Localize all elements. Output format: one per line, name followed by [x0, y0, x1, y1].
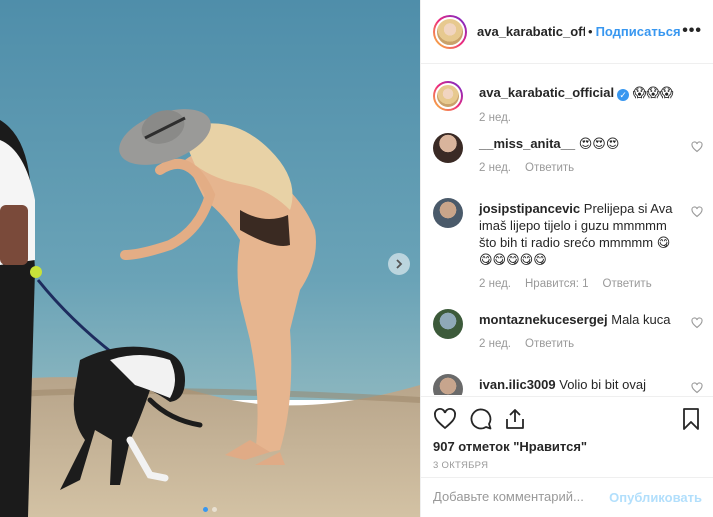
- comment-time[interactable]: 2 нед.: [479, 160, 511, 177]
- post-actions: 907 отметок "Нравится" 3 ОКТЯБРЯ Опублик…: [421, 396, 713, 517]
- comment-item: ivan.ilic3009 Volio bi bit ovaj: [433, 374, 703, 395]
- instagram-post: ava_karabatic_offici • Подписаться ••• a…: [0, 0, 713, 517]
- comment-username[interactable]: montaznekucesergej: [479, 312, 608, 327]
- caption-time[interactable]: 2 нед.: [479, 110, 511, 127]
- caption-body: ava_karabatic_official ✓ 😱😱😱 2 нед.: [479, 84, 679, 127]
- commenter-avatar[interactable]: [433, 133, 463, 163]
- comment-like-heart-icon[interactable]: [691, 317, 703, 329]
- comment-time[interactable]: 2 нед.: [479, 276, 511, 293]
- reply-button[interactable]: Ответить: [603, 276, 652, 293]
- reply-button[interactable]: Ответить: [525, 336, 574, 353]
- comment-username[interactable]: ivan.ilic3009: [479, 377, 556, 392]
- share-icon[interactable]: [503, 407, 527, 431]
- add-comment-bar: Опубликовать: [421, 477, 713, 517]
- action-icons: [433, 405, 703, 435]
- likes-count[interactable]: 907 отметок "Нравится": [433, 439, 587, 454]
- comment-text: Mala kuca: [611, 312, 671, 327]
- comment-username[interactable]: __miss_anita__: [479, 136, 575, 151]
- add-comment-input[interactable]: [433, 489, 613, 504]
- carousel-dot-active: [203, 507, 208, 512]
- follow-button[interactable]: Подписаться: [596, 24, 681, 39]
- verified-badge-icon: ✓: [617, 89, 630, 101]
- commenter-avatar[interactable]: [433, 198, 463, 228]
- commenter-avatar[interactable]: [433, 309, 463, 339]
- bookmark-icon[interactable]: [679, 407, 703, 431]
- post-photo[interactable]: [0, 0, 420, 517]
- author-avatar[interactable]: [433, 14, 467, 49]
- beach-photo-image: [0, 0, 420, 517]
- comment-like-heart-icon[interactable]: [691, 206, 703, 218]
- comment-username[interactable]: josipstipancevic: [479, 201, 580, 216]
- comment-item: montaznekucesergej Mala kuca 2 нед. Ответ…: [433, 309, 703, 364]
- caption-text: 😱😱😱: [632, 85, 674, 100]
- post-header: ava_karabatic_offici • Подписаться •••: [421, 0, 713, 64]
- comment-likes-count[interactable]: Нравится: 1: [525, 276, 589, 293]
- comment-icon[interactable]: [469, 407, 493, 431]
- comment-text: Volio bi bit ovaj: [559, 377, 646, 392]
- comments-list[interactable]: ava_karabatic_official ✓ 😱😱😱 2 нед. __mis…: [421, 65, 713, 395]
- header-separator: •: [588, 24, 593, 39]
- caption-author[interactable]: ava_karabatic_official: [479, 85, 614, 100]
- comment-text: 😍😍😍: [578, 136, 620, 151]
- comment-item: __miss_anita__ 😍😍😍 2 нед. Ответить: [433, 133, 703, 188]
- author-username[interactable]: ava_karabatic_offici: [477, 24, 585, 39]
- reply-button[interactable]: Ответить: [525, 160, 574, 177]
- carousel-dot: [212, 507, 217, 512]
- comment-like-heart-icon[interactable]: [691, 141, 703, 153]
- comment-like-heart-icon[interactable]: [691, 382, 703, 394]
- more-options-icon[interactable]: •••: [682, 22, 702, 40]
- comment-body: ivan.ilic3009 Volio bi bit ovaj: [479, 376, 679, 393]
- carousel-dots: [0, 507, 420, 512]
- caption: ava_karabatic_official ✓ 😱😱😱 2 нед.: [433, 81, 703, 131]
- next-photo-button[interactable]: [388, 253, 410, 275]
- comment-body: josipstipancevic Prelijepa si Ava imaš l…: [479, 200, 679, 293]
- post-date[interactable]: 3 ОКТЯБРЯ: [433, 460, 488, 471]
- comment-item: josipstipancevic Prelijepa si Ava imaš l…: [433, 198, 703, 303]
- comment-time[interactable]: 2 нед.: [479, 336, 511, 353]
- publish-button[interactable]: Опубликовать: [609, 490, 702, 505]
- heart-icon[interactable]: [433, 407, 457, 431]
- post-side-pane: ava_karabatic_offici • Подписаться ••• a…: [420, 0, 713, 517]
- chevron-right-icon: [396, 259, 403, 269]
- comment-body: __miss_anita__ 😍😍😍 2 нед. Ответить: [479, 135, 679, 177]
- comment-body: montaznekucesergej Mala kuca 2 нед. Ответ…: [479, 311, 679, 353]
- commenter-avatar[interactable]: [433, 374, 463, 395]
- caption-author-avatar[interactable]: [433, 81, 463, 111]
